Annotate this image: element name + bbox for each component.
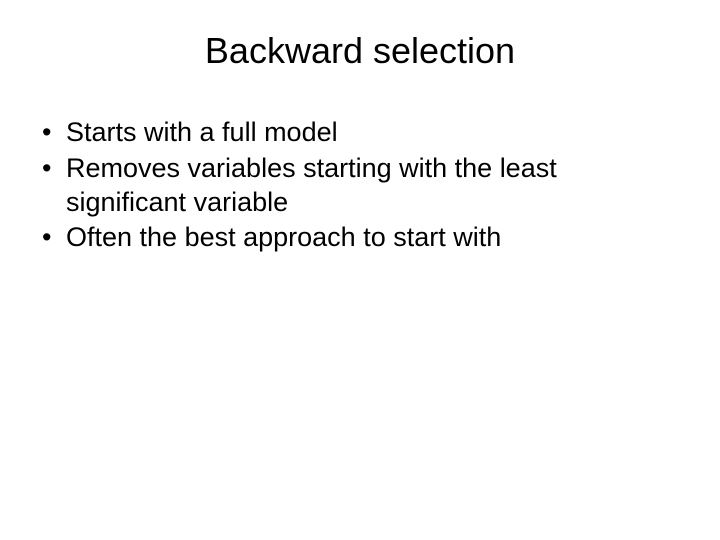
list-item: Starts with a full model xyxy=(36,116,684,150)
bullet-list: Starts with a full model Removes variabl… xyxy=(36,116,684,255)
list-item: Removes variables starting with the leas… xyxy=(36,152,684,220)
slide-title: Backward selection xyxy=(36,30,684,72)
list-item: Often the best approach to start with xyxy=(36,221,684,255)
